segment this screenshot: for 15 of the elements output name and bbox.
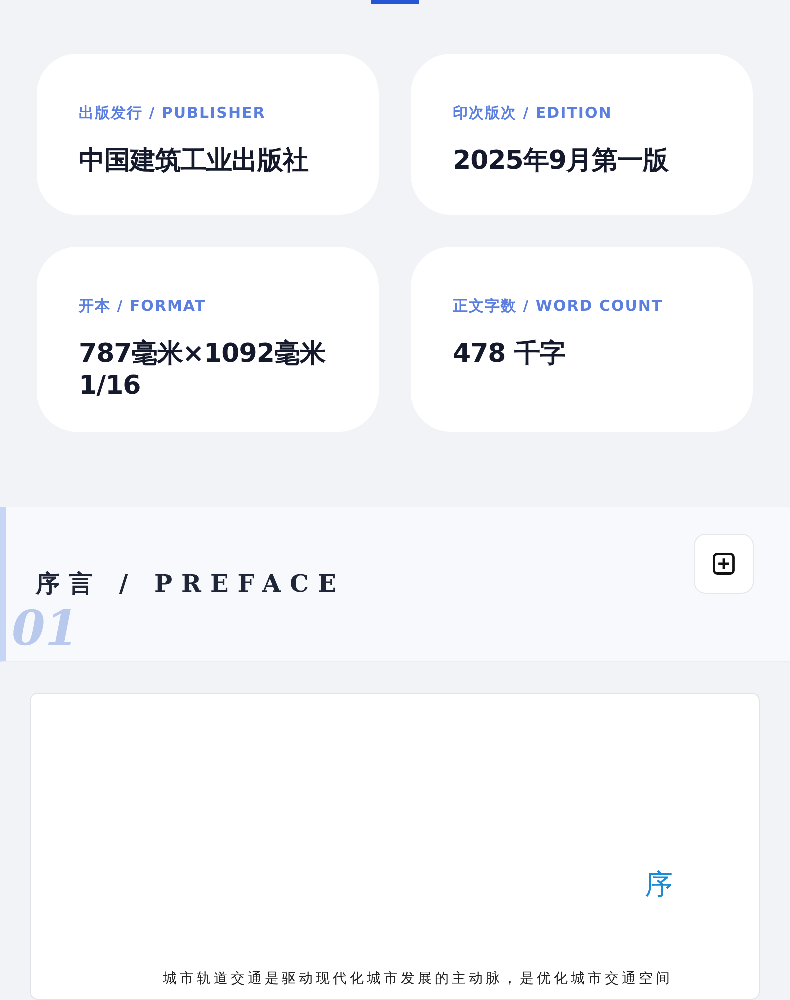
expand-button[interactable] [694, 534, 754, 594]
info-label: 开本 / FORMAT [79, 297, 208, 316]
info-value: 中国建筑工业出版社 [79, 145, 310, 177]
tab-indicator [371, 0, 419, 4]
info-label: 印次版次 / EDITION [453, 104, 614, 123]
plus-square-icon [711, 551, 737, 577]
document-heading: 序 [645, 867, 673, 903]
info-value: 478 千字 [453, 338, 566, 370]
document-text: 城市轨道交通是驱动现代化城市发展的主动脉，是优化城市交通空间 [163, 970, 673, 988]
info-value: 2025年9月第一版 [453, 145, 670, 177]
section-number: 01 [12, 605, 79, 653]
info-label: 正文字数 / WORD COUNT [453, 297, 664, 316]
info-value: 787毫米×1092毫米 1/16 [79, 338, 327, 402]
section-title: 序言 / PREFACE [36, 568, 346, 600]
info-label: 出版发行 / PUBLISHER [79, 104, 267, 123]
